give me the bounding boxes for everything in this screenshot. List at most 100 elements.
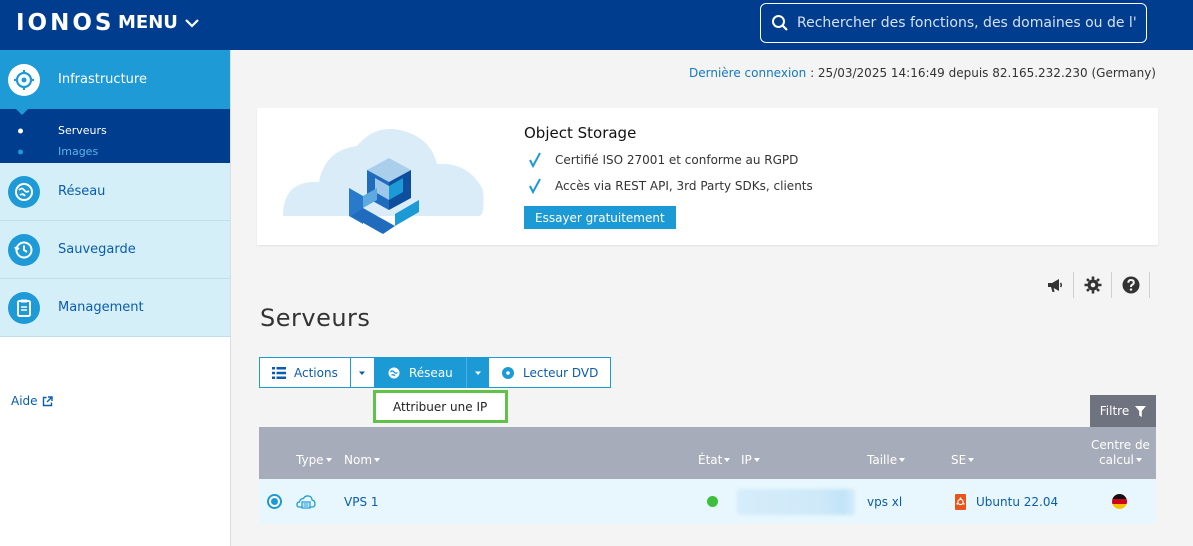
sidebar-subitem-images[interactable]: Images — [0, 141, 230, 162]
sidebar-item-network[interactable]: Réseau — [0, 163, 230, 221]
caret-down-icon — [474, 371, 481, 375]
server-name-cell[interactable]: VPS 1 — [344, 479, 379, 524]
disc-icon — [502, 366, 514, 379]
server-os: Ubuntu 22.04 — [976, 494, 1059, 509]
announcements-button[interactable] — [1036, 272, 1074, 298]
menu-button[interactable]: MENU — [118, 12, 200, 33]
column-header-os[interactable]: SE — [951, 453, 975, 467]
ubuntu-icon — [955, 493, 966, 510]
cloud-storage-illustration — [283, 129, 484, 234]
network-button-group: Réseau — [374, 357, 490, 388]
sort-caret-icon — [968, 458, 975, 462]
server-os-cell: Ubuntu 22.04 — [955, 479, 1058, 524]
sort-caret-icon — [899, 458, 906, 462]
dvd-drive-label: Lecteur DVD — [523, 365, 599, 380]
object-storage-promo: Object Storage Certifié ISO 27001 et con… — [257, 108, 1158, 245]
table-header: Type Nom État IP Taille SE Centre de cal… — [259, 427, 1156, 479]
column-header-label: SE — [951, 453, 967, 467]
dvd-drive-button[interactable]: Lecteur DVD — [488, 357, 612, 388]
actions-dropdown-toggle[interactable] — [350, 357, 375, 388]
last-login-info: Dernière connexion : 25/03/2025 14:16:49… — [689, 66, 1156, 80]
status-running-indicator — [707, 496, 718, 507]
help-link[interactable]: Aide — [11, 394, 53, 408]
column-header-label: calcul — [1099, 453, 1134, 467]
sidebar-item-infrastructure[interactable]: Infrastructure — [0, 50, 230, 115]
caret-down-icon — [359, 371, 366, 375]
sort-caret-icon — [1135, 458, 1142, 462]
network-button[interactable]: Réseau — [374, 357, 466, 388]
clipboard-icon-wrap — [8, 291, 40, 324]
sidebar-item-backup[interactable]: Sauvegarde — [0, 221, 230, 279]
infrastructure-icon-wrap — [8, 63, 40, 96]
menu-label: MENU — [118, 12, 178, 33]
sort-caret-icon — [753, 458, 760, 462]
page-title: Serveurs — [260, 304, 371, 332]
promo-feature-text: Certifié ISO 27001 et conforme au RGPD — [555, 153, 799, 167]
column-header-type[interactable]: Type — [296, 453, 332, 467]
clipboard-icon — [17, 299, 31, 317]
sort-caret-icon — [374, 458, 381, 462]
servers-table: Type Nom État IP Taille SE Centre de cal… — [259, 427, 1156, 524]
infrastructure-icon — [14, 69, 34, 90]
server-ip-cell — [737, 479, 855, 524]
question-icon — [1122, 276, 1139, 294]
help-button[interactable] — [1112, 272, 1150, 298]
actions-button[interactable]: Actions — [259, 357, 351, 388]
last-login-value: : 25/03/2025 14:16:49 depuis 82.165.232.… — [806, 66, 1156, 80]
column-header-label: Taille — [867, 453, 898, 467]
try-free-button[interactable]: Essayer gratuitement — [524, 206, 676, 229]
sidebar-item-label: Sauvegarde — [58, 242, 136, 257]
network-dropdown-toggle[interactable] — [465, 357, 490, 388]
megaphone-icon — [1047, 279, 1062, 292]
bullet-icon — [18, 128, 23, 133]
gear-icon — [1084, 276, 1101, 294]
promo-title: Object Storage — [524, 124, 637, 142]
sidebar-subitem-label: Serveurs — [58, 124, 107, 137]
search-icon — [772, 15, 788, 31]
column-header-datacenter[interactable]: Centre de calcul — [1091, 438, 1150, 467]
backup-icon-wrap — [8, 233, 40, 266]
cloud-server-icon — [296, 494, 316, 509]
network-label: Réseau — [409, 365, 453, 380]
promo-feature-text: Accès via REST API, 3rd Party SDKs, clie… — [555, 179, 813, 193]
column-header-label: Nom — [344, 453, 373, 467]
dropdown-item-assign-ip[interactable]: Attribuer une IP — [373, 390, 508, 423]
help-label: Aide — [11, 394, 38, 408]
settings-button[interactable] — [1074, 272, 1112, 298]
checkmark-icon — [529, 152, 541, 168]
column-header-label-line2: calcul — [1099, 453, 1142, 467]
last-login-label[interactable]: Dernière connexion — [689, 66, 806, 80]
column-header-name[interactable]: Nom — [344, 453, 381, 467]
column-header-ip[interactable]: IP — [741, 453, 760, 467]
bullet-icon — [18, 149, 23, 154]
sort-caret-icon — [724, 458, 731, 462]
sidebar-item-label: Management — [58, 300, 144, 315]
ip-address-redacted — [737, 488, 855, 515]
server-type-cell — [296, 479, 316, 524]
column-header-label: État — [698, 453, 723, 467]
filter-label: Filtre — [1099, 404, 1130, 418]
server-datacenter-cell — [1112, 479, 1127, 524]
sidebar-subitem-servers[interactable]: Serveurs — [0, 120, 230, 141]
column-header-state[interactable]: État — [698, 453, 731, 467]
server-size-cell: vps xl — [867, 479, 902, 524]
table-row[interactable]: VPS 1 vps xl Ubuntu 22.04 — [259, 479, 1156, 524]
list-icon — [272, 366, 286, 379]
row-select-radio[interactable] — [267, 494, 282, 509]
server-name[interactable]: VPS 1 — [344, 495, 379, 509]
column-header-size[interactable]: Taille — [867, 453, 906, 467]
page-tools — [1036, 272, 1150, 298]
sidebar-item-label: Infrastructure — [58, 72, 147, 87]
network-icon — [388, 367, 400, 378]
ionos-logo[interactable]: IONOS — [16, 10, 114, 36]
search-box[interactable] — [760, 3, 1147, 43]
sidebar-item-management[interactable]: Management — [0, 279, 230, 337]
filter-button[interactable]: Filtre — [1090, 395, 1156, 427]
filter-icon — [1135, 405, 1147, 417]
germany-flag-icon — [1112, 494, 1127, 509]
server-size: vps xl — [867, 494, 903, 509]
network-icon-wrap — [8, 175, 40, 208]
search-input[interactable] — [797, 15, 1136, 31]
network-icon — [15, 182, 33, 201]
column-header-label: Type — [296, 453, 324, 467]
